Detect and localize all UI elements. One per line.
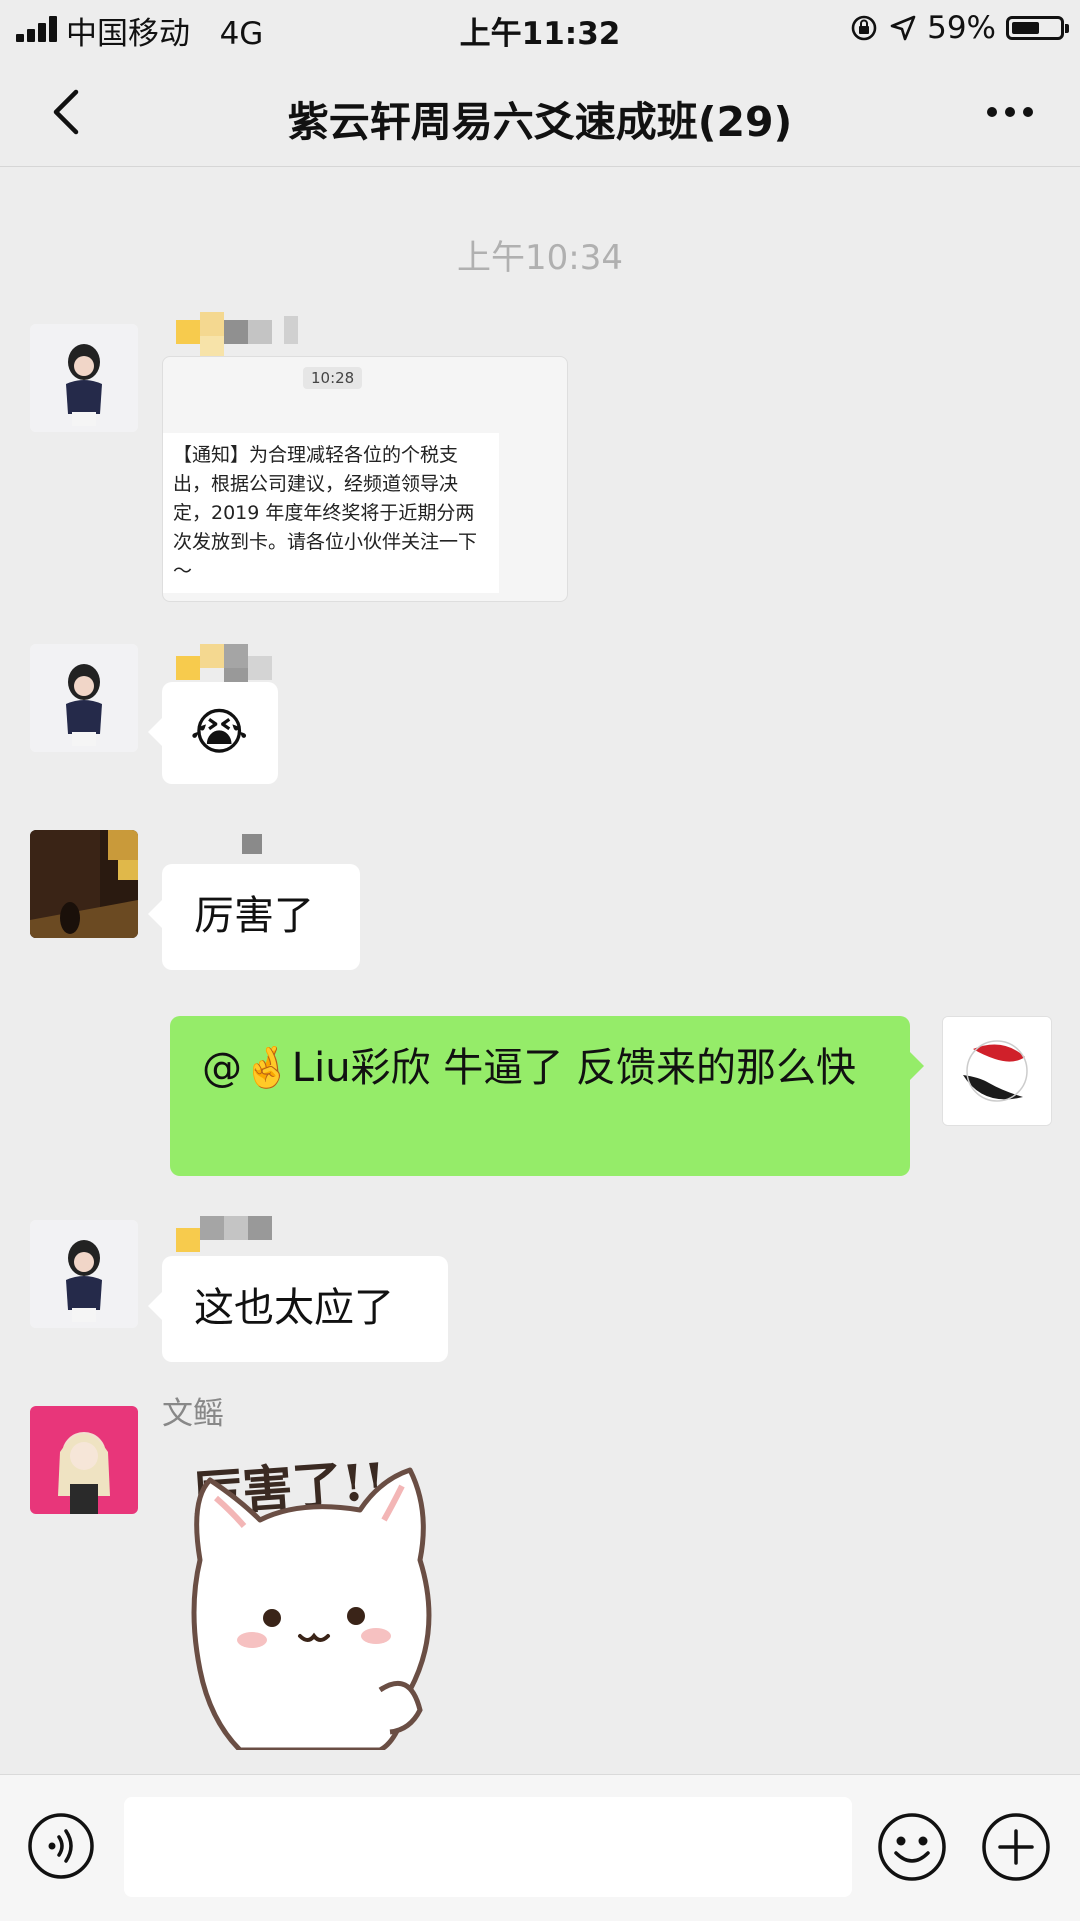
message-bubble[interactable]: 这也太应了 [148,1256,448,1362]
avatar[interactable] [30,644,138,752]
message-text: @🤞Liu彩欣 牛逼了 反馈来的那么快 [202,1045,856,1091]
sender-name: 文鳐 [162,1396,224,1432]
sender-name-blurred [162,644,282,692]
sender-name-blurred [162,312,322,360]
my-avatar[interactable] [942,1016,1052,1126]
more-dots-icon[interactable] [978,82,1042,142]
avatar-anime-image [30,1406,138,1514]
avatar[interactable] [30,1406,138,1514]
avatar-girl-image [30,324,138,432]
message-bubble[interactable]: 😭 [148,682,278,784]
chat-header: 紫云轩周易六爻速成班(29) [0,58,1080,167]
avatar-girl-image [30,644,138,752]
avatar[interactable] [30,830,138,938]
rotation-lock-icon [851,15,877,41]
plus-icon[interactable] [980,1811,1052,1883]
sender-name-blurred [162,830,262,866]
location-arrow-icon [890,15,916,41]
image-time: 10:28 [303,367,363,389]
avatar[interactable] [30,1220,138,1328]
forwarded-image[interactable]: 10:28 【通知】为合理减轻各位的个税支出，根据公司建议，经频道领导决定，20… [162,356,568,602]
avatar-night-image [30,830,138,938]
chat-timestamp: 上午10:34 [457,238,623,278]
message-text: 厉害了 [194,893,314,939]
my-message-bubble[interactable]: @🤞Liu彩欣 牛逼了 反馈来的那么快 [170,1016,924,1176]
smiley-icon[interactable] [876,1811,948,1883]
voice-icon[interactable] [26,1811,96,1881]
battery-percent: 59% [927,10,996,46]
message-input[interactable] [124,1797,852,1897]
sender-name-blurred [162,1216,282,1252]
crying-emoji: 😭 [190,703,249,761]
message-bubble[interactable]: 厉害了 [148,864,360,970]
chat-input-bar [0,1774,1080,1921]
battery-icon [1006,16,1069,40]
image-notice-text: 【通知】为合理减轻各位的个税支出，根据公司建议，经频道领导决定，2019 年度年… [163,433,499,593]
chat-title: 紫云轩周易六爻速成班(29) [287,98,793,146]
cat-sticker-image[interactable] [180,1440,460,1750]
avatar-koi-image [943,1017,1051,1125]
avatar-girl-image [30,1220,138,1328]
avatar[interactable] [30,324,138,432]
status-bar: 中国移动 4G 上午11:32 59% [0,0,1080,58]
message-text: 这也太应了 [194,1285,394,1331]
